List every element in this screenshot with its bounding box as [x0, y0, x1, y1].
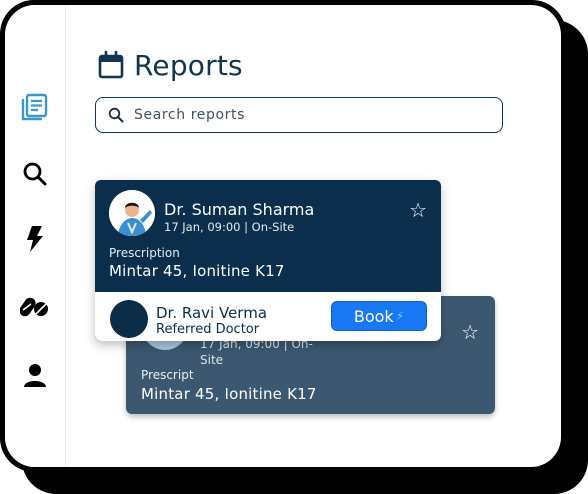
nav-item-search[interactable] — [17, 156, 53, 192]
calendar-icon — [98, 51, 124, 79]
lightning-icon — [27, 226, 43, 252]
device-frame: Reports 17 Jan, 09:00 | On-Site ☆ Prescr… — [0, 0, 566, 472]
reports-icon — [21, 93, 48, 121]
search-icon — [23, 162, 47, 186]
nav-item-lightning[interactable] — [17, 221, 53, 257]
nav-item-profile[interactable] — [17, 357, 53, 393]
sidebar — [5, 5, 66, 467]
user-icon — [24, 364, 46, 387]
lightning-icon: ⚡ — [395, 309, 405, 323]
prescription-label: Prescript — [141, 368, 194, 382]
referral-section: Dr. Ravi Verma Referred Doctor Book ⚡ — [95, 292, 441, 341]
pills-icon — [20, 297, 48, 317]
star-icon[interactable]: ☆ — [409, 200, 427, 220]
search-bar[interactable] — [95, 97, 503, 133]
referred-doctor-avatar — [110, 300, 148, 338]
star-icon[interactable]: ☆ — [461, 320, 479, 344]
doctor-name: Dr. Suman Sharma — [164, 200, 315, 219]
search-input[interactable] — [132, 106, 476, 124]
book-button-label: Book — [353, 306, 394, 326]
report-meta: 17 Jan, 09:00 | On-Site — [164, 220, 295, 234]
doctor-avatar — [109, 190, 155, 236]
nav-item-reports[interactable] — [17, 89, 53, 125]
report-card[interactable]: Dr. Suman Sharma 17 Jan, 09:00 | On-Site… — [95, 180, 441, 341]
prescription-label: Prescription — [109, 246, 180, 260]
prescription-medicines: Mintar 45, Ionitine K17 — [109, 262, 285, 280]
book-button[interactable]: Book ⚡ — [331, 301, 427, 331]
app-screen: Reports 17 Jan, 09:00 | On-Site ☆ Prescr… — [5, 5, 561, 467]
referred-doctor-name: Dr. Ravi Verma — [156, 304, 268, 322]
prescription-medicines: Mintar 45, Ionitine K17 — [141, 385, 317, 403]
page-title: Reports — [134, 48, 243, 82]
search-icon — [108, 107, 124, 123]
nav-item-pills[interactable] — [17, 289, 53, 325]
referred-doctor-role: Referred Doctor — [156, 322, 260, 337]
page-header: Reports — [98, 45, 243, 85]
